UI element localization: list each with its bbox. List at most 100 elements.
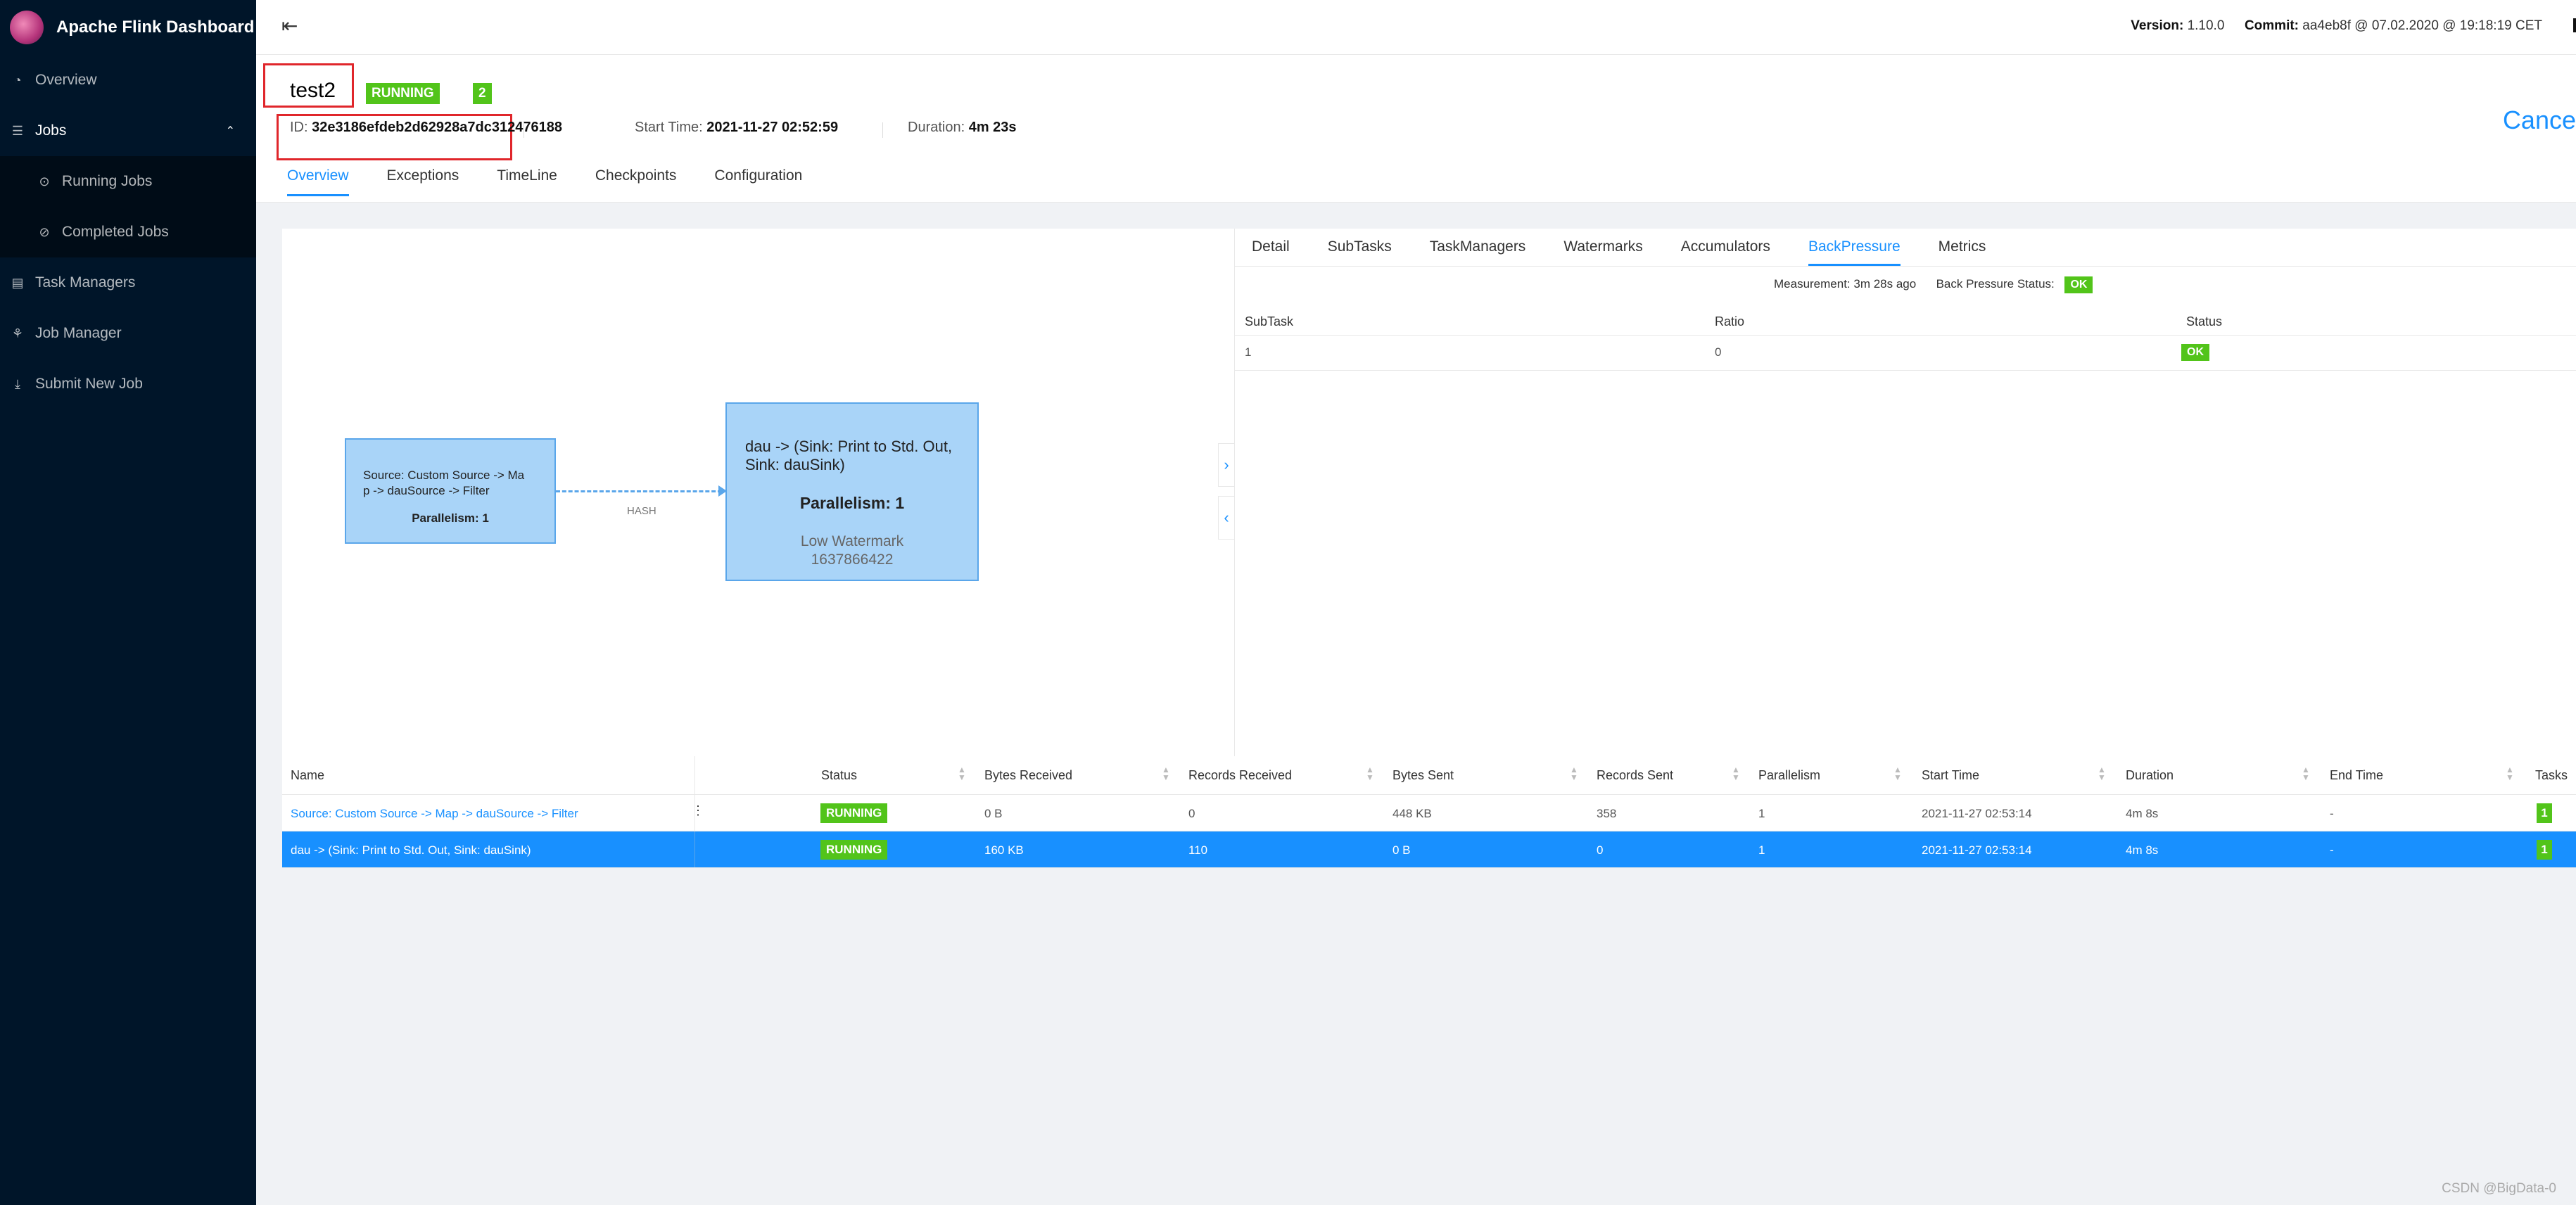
more-vertical-icon[interactable]: ⋮ (692, 803, 704, 818)
job-graph[interactable]: Source: Custom Source -> Ma p -> dauSour… (282, 229, 1234, 756)
ratio-cell: 0 (1715, 345, 1722, 359)
collapse-panel-button[interactable]: ‹ (1218, 496, 1235, 540)
sort-icon[interactable]: ▲ ▼ (2506, 765, 2514, 782)
sort-icon[interactable]: ▲ ▼ (958, 765, 966, 782)
graph-node-source[interactable]: Source: Custom Source -> Ma p -> dauSour… (345, 438, 556, 544)
menu-fold-icon[interactable]: ⇤ (281, 14, 298, 37)
column-header[interactable]: Status (821, 768, 857, 783)
tab-checkpoints[interactable]: Checkpoints (595, 167, 677, 196)
sidebar-item-completed-jobs[interactable]: ⊘ Completed Jobs (0, 207, 256, 257)
graph-node-sink[interactable]: dau -> (Sink: Print to Std. Out, Sink: d… (725, 402, 979, 581)
sidebar-item-jobs[interactable]: ☰ Jobs ⌃ (0, 106, 256, 156)
tab-metrics[interactable]: Metrics (1939, 238, 1986, 266)
bytes-sent-cell: 448 KB (1392, 807, 1432, 820)
tab-exceptions[interactable]: Exceptions (387, 167, 459, 196)
column-header[interactable]: Records Sent (1597, 768, 1673, 783)
column-header[interactable]: Records Received (1188, 768, 1292, 783)
sidebar-item-label: Task Managers (35, 274, 136, 291)
job-header: test2 RUNNING 2 ID: 32e3186efdeb2d62928a… (256, 55, 2576, 203)
parallelism-cell: 1 (1758, 807, 1765, 820)
backpressure-summary: Measurement: 3m 28s ago Back Pressure St… (1774, 276, 2093, 293)
node-parallelism: Parallelism: 1 (412, 511, 489, 525)
sort-icon[interactable]: ▲ ▼ (1570, 765, 1578, 782)
tab-detail[interactable]: Detail (1252, 238, 1290, 266)
column-header[interactable]: End Time (2330, 768, 2383, 783)
vertex-detail-panel: Detail SubTasks TaskManagers Watermarks … (1234, 229, 2576, 756)
column-header[interactable]: Start Time (1922, 768, 1979, 783)
node-watermark: Low Watermark 1637866422 (727, 533, 977, 569)
dashboard-icon: ◔ (13, 72, 22, 87)
column-divider (694, 831, 695, 867)
tab-accumulators[interactable]: Accumulators (1681, 238, 1770, 266)
bytes-sent-cell: 0 B (1392, 843, 1411, 857)
tab-taskmanagers[interactable]: TaskManagers (1430, 238, 1526, 266)
schedule-icon: ▤ (11, 275, 24, 290)
table-row: 1 0 OK (1235, 336, 2576, 371)
column-divider (694, 756, 695, 794)
status-badge: OK (2181, 344, 2209, 361)
id-value: 32e3186efdeb2d62928a7dc312476188 (312, 120, 562, 135)
watermark-value: 1637866422 (811, 552, 894, 568)
version-label: Version: (2131, 18, 2184, 33)
column-header[interactable]: Bytes Sent (1392, 768, 1454, 783)
node-name-line: Source: Custom Source -> Ma (363, 468, 525, 482)
tab-watermarks[interactable]: Watermarks (1563, 238, 1642, 266)
column-header[interactable]: Bytes Received (984, 768, 1072, 783)
expand-panel-button[interactable]: › (1218, 443, 1235, 487)
tab-overview[interactable]: Overview (287, 167, 349, 196)
status-badge: RUNNING (820, 840, 888, 860)
job-tabs: Overview Exceptions TimeLine Checkpoints… (287, 167, 840, 196)
sidebar-item-label: Jobs (35, 122, 67, 139)
id-label: ID: (290, 120, 308, 135)
sort-icon[interactable]: ▲ ▼ (1732, 765, 1740, 782)
end-time-cell: - (2330, 807, 2334, 820)
tasks-badge: 1 (2537, 840, 2552, 860)
tab-subtasks[interactable]: SubTasks (1328, 238, 1392, 266)
sidebar-item-job-manager[interactable]: ⚘ Job Manager (0, 308, 256, 359)
sort-icon[interactable]: ▲ ▼ (2302, 765, 2310, 782)
sort-icon[interactable]: ▲ ▼ (2098, 765, 2106, 782)
sidebar-item-task-managers[interactable]: ▤ Task Managers (0, 257, 256, 308)
records-sent-cell: 358 (1597, 807, 1617, 820)
vertex-name-link[interactable]: Source: Custom Source -> Map -> dauSourc… (291, 807, 578, 821)
vertex-name-link[interactable]: dau -> (Sink: Print to Std. Out, Sink: d… (291, 843, 531, 857)
cancel-job-button[interactable]: Cance (2503, 106, 2576, 135)
node-name-line: p -> dauSource -> Filter (363, 484, 490, 497)
jobs-submenu: ⊙ Running Jobs ⊘ Completed Jobs (0, 156, 256, 257)
tabs-underline (1235, 266, 2576, 267)
sort-icon[interactable]: ▲ ▼ (1893, 765, 1902, 782)
bp-status-label: Back Pressure Status: (1936, 277, 2055, 291)
node-parallelism: Parallelism: 1 (799, 494, 905, 512)
sidebar-item-overview[interactable]: ◔ Overview (0, 55, 256, 106)
tab-backpressure[interactable]: BackPressure (1808, 238, 1901, 266)
column-header[interactable]: Parallelism (1758, 768, 1820, 783)
sort-icon[interactable]: ▲ ▼ (1162, 765, 1170, 782)
duration-value: 4m 23s (968, 120, 1017, 135)
check-circle-icon: ⊘ (39, 224, 50, 239)
sidebar-item-submit-new-job[interactable]: ⤓ Submit New Job (0, 359, 256, 409)
divider (882, 122, 883, 138)
table-header: Name Status ▲ ▼ Bytes Received ▲ ▼ Records… (282, 756, 2576, 795)
duration-cell: 4m 8s (2126, 843, 2159, 857)
column-header: SubTask (1245, 314, 1294, 329)
records-sent-cell: 0 (1597, 843, 1604, 857)
job-id: ID: 32e3186efdeb2d62928a7dc312476188 (290, 120, 562, 136)
table-row-selected[interactable]: dau -> (Sink: Print to Std. Out, Sink: d… (282, 831, 2576, 868)
column-header[interactable]: Duration (2126, 768, 2174, 783)
bytes-received-cell: 0 B (984, 807, 1003, 820)
tab-timeline[interactable]: TimeLine (497, 167, 557, 196)
sidebar-item-running-jobs[interactable]: ⊙ Running Jobs (0, 156, 256, 207)
tab-configuration[interactable]: Configuration (714, 167, 802, 196)
table-row[interactable]: Source: Custom Source -> Map -> dauSourc… (282, 795, 2576, 831)
start-label: Start Time: (635, 120, 703, 135)
chevron-left-icon: ‹ (1224, 509, 1229, 526)
subtask-cell: 1 (1245, 345, 1252, 359)
start-time: Start Time: 2021-11-27 02:52:59 (635, 120, 838, 136)
chevron-up-icon: ⌃ (225, 125, 235, 137)
upload-icon: ⤓ (15, 376, 20, 391)
column-header: Tasks (2535, 768, 2568, 782)
sort-icon[interactable]: ▲ ▼ (1366, 765, 1374, 782)
start-time-cell: 2021-11-27 02:53:14 (1922, 843, 2032, 857)
watermark-text: CSDN @BigData-0 (2442, 1181, 2556, 1196)
logo-area[interactable]: Apache Flink Dashboard (0, 0, 256, 55)
